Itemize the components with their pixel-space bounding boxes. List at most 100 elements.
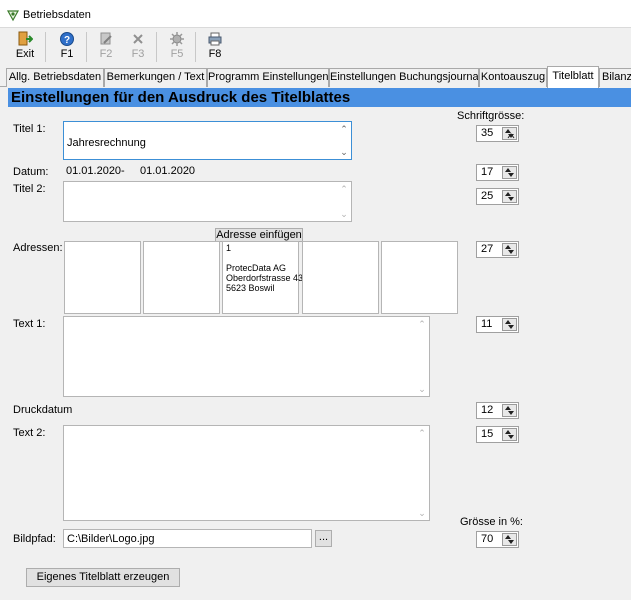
toolbar-separator	[156, 32, 157, 62]
title1-font-size-value: 35	[481, 127, 494, 139]
print-icon	[208, 32, 222, 46]
tab-bemerkungen-text[interactable]: Bemerkungen / Text	[104, 68, 207, 87]
date-to: 01.01.2020	[140, 165, 196, 177]
f1-label: F1	[60, 48, 74, 60]
f8-print-button[interactable]: F8	[198, 31, 232, 63]
section-header-title: Einstellungen für den Ausdruck des Titel…	[11, 89, 351, 106]
address-box-5[interactable]	[381, 241, 458, 314]
print-date-label: Druckdatum	[13, 404, 73, 416]
scroll-down-icon[interactable]: ⌄	[338, 147, 350, 157]
insert-address-button[interactable]: Adresse einfügen	[215, 228, 303, 242]
f8-label: F8	[208, 48, 222, 60]
address-line: ProtecData AG	[226, 263, 287, 273]
toolbar: Exit ? F1 F2 F3 F5 F8	[0, 28, 631, 66]
exit-icon	[18, 31, 33, 46]
image-path-input[interactable]: C:\Bilder\Logo.jpg	[63, 529, 312, 548]
f2-label: F2	[99, 48, 113, 60]
spinner-arrows-icon[interactable]	[502, 428, 517, 441]
tab-bilanz[interactable]: Bilanz	[599, 68, 631, 87]
f2-edit-button[interactable]: F2	[89, 31, 123, 63]
spinner-arrows-icon[interactable]	[502, 243, 517, 256]
text2-label: Text 2:	[13, 427, 46, 439]
f3-label: F3	[131, 48, 145, 60]
date-label: Datum:	[13, 166, 49, 178]
spinner-arrows-icon[interactable]	[502, 533, 517, 546]
edit-icon	[100, 32, 112, 45]
date-font-size-value: 17	[481, 166, 494, 178]
scroll-up-icon[interactable]: ⌃	[416, 428, 428, 438]
scroll-up-icon[interactable]: ⌃	[416, 319, 428, 329]
print-date-font-size-spinner[interactable]: 12	[476, 402, 519, 419]
font-size-label: Schriftgrösse:	[457, 110, 525, 122]
title1-value: Jahresrechnung	[67, 137, 146, 149]
app-icon	[6, 10, 20, 22]
scroll-down-icon[interactable]: ⌄	[416, 384, 428, 394]
address-box-4[interactable]	[302, 241, 379, 314]
title1-label: Titel 1:	[13, 123, 46, 135]
f5-settings-button[interactable]: F5	[160, 31, 194, 63]
spinner-arrows-icon[interactable]	[502, 404, 517, 417]
delete-icon	[133, 34, 143, 44]
section-header: Einstellungen für den Ausdruck des Titel…	[8, 88, 631, 107]
tab-programm-einstellungen[interactable]: Programm Einstellungen	[207, 68, 329, 87]
address-line: 5623 Boswil	[226, 283, 275, 293]
scroll-up-icon[interactable]: ⌃	[338, 184, 350, 194]
text1-textarea[interactable]: ⌃ ⌄	[63, 316, 430, 397]
image-path-label: Bildpfad:	[13, 533, 56, 545]
spinner-arrows-icon[interactable]	[502, 127, 517, 140]
tab-kontoauszug[interactable]: Kontoauszug	[479, 68, 547, 87]
title2-font-size-value: 25	[481, 190, 494, 202]
help-icon: ?	[60, 32, 74, 46]
scroll-down-icon[interactable]: ⌄	[416, 508, 428, 518]
spinner-arrows-icon[interactable]	[502, 190, 517, 203]
text2-textarea[interactable]: ⌃ ⌄	[63, 425, 430, 521]
text2-font-size-value: 15	[481, 428, 494, 440]
scroll-down-icon[interactable]: ⌄	[338, 209, 350, 219]
image-size-label: Grösse in %:	[460, 516, 523, 528]
date-from: 01.01.2020	[66, 165, 122, 177]
text2-font-size-spinner[interactable]: 15	[476, 426, 519, 443]
title2-textarea[interactable]: ⌃ ⌄	[63, 181, 352, 222]
title2-label: Titel 2:	[13, 183, 46, 195]
window-titlebar: Betriebsdaten	[0, 0, 631, 28]
tab-titelblatt[interactable]: Titelblatt	[547, 66, 599, 88]
settings-icon	[170, 32, 184, 46]
date-separator: -	[121, 165, 125, 177]
create-title-page-button[interactable]: Eigenes Titelblatt erzeugen	[26, 568, 180, 587]
f1-help-button[interactable]: ? F1	[50, 31, 84, 63]
toolbar-separator	[195, 32, 196, 62]
tab-einstellungen-buchungsjournal[interactable]: Einstellungen Buchungsjournal	[329, 68, 479, 87]
title2-font-size-spinner[interactable]: 25	[476, 188, 519, 205]
svg-text:?: ?	[64, 35, 70, 46]
image-size-spinner[interactable]: 70	[476, 531, 519, 548]
addresses-label: Adressen:	[13, 242, 63, 254]
scroll-up-icon[interactable]: ⌃	[338, 124, 350, 134]
address-box-2[interactable]	[143, 241, 220, 314]
f5-label: F5	[170, 48, 184, 60]
address-box-1[interactable]	[64, 241, 141, 314]
title1-textarea[interactable]: Jahresrechnung ⌃ ⌄	[63, 121, 352, 160]
date-font-size-spinner[interactable]: 17	[476, 164, 519, 181]
address-line	[223, 253, 298, 263]
exit-label: Exit	[15, 48, 35, 60]
address-box-3[interactable]: 1 ProtecData AG Oberdorfstrasse 43 5623 …	[222, 241, 304, 314]
addresses-font-size-spinner[interactable]: 27	[476, 241, 519, 258]
spinner-arrows-icon[interactable]	[502, 166, 517, 179]
titelblatt-panel: Einstellungen für den Ausdruck des Titel…	[0, 87, 631, 600]
print-date-font-size-value: 12	[481, 404, 494, 416]
address-line: Oberdorfstrasse 43	[226, 273, 304, 283]
image-size-value: 70	[481, 533, 494, 545]
window-title: Betriebsdaten	[23, 9, 91, 21]
text1-label: Text 1:	[13, 318, 46, 330]
tab-allg-betriebsdaten[interactable]: Allg. Betriebsdaten	[6, 68, 104, 87]
f3-delete-button[interactable]: F3	[121, 31, 155, 63]
addresses-font-size-value: 27	[481, 243, 494, 255]
tab-strip: Allg. Betriebsdaten Bemerkungen / Text P…	[0, 66, 631, 88]
browse-button[interactable]: ...	[315, 530, 332, 547]
exit-button[interactable]: Exit	[8, 31, 42, 63]
toolbar-separator	[86, 32, 87, 62]
title1-font-size-spinner[interactable]: 35	[476, 125, 519, 142]
spinner-arrows-icon[interactable]	[502, 318, 517, 331]
image-path-value: C:\Bilder\Logo.jpg	[67, 533, 155, 545]
text1-font-size-spinner[interactable]: 11	[476, 316, 519, 333]
